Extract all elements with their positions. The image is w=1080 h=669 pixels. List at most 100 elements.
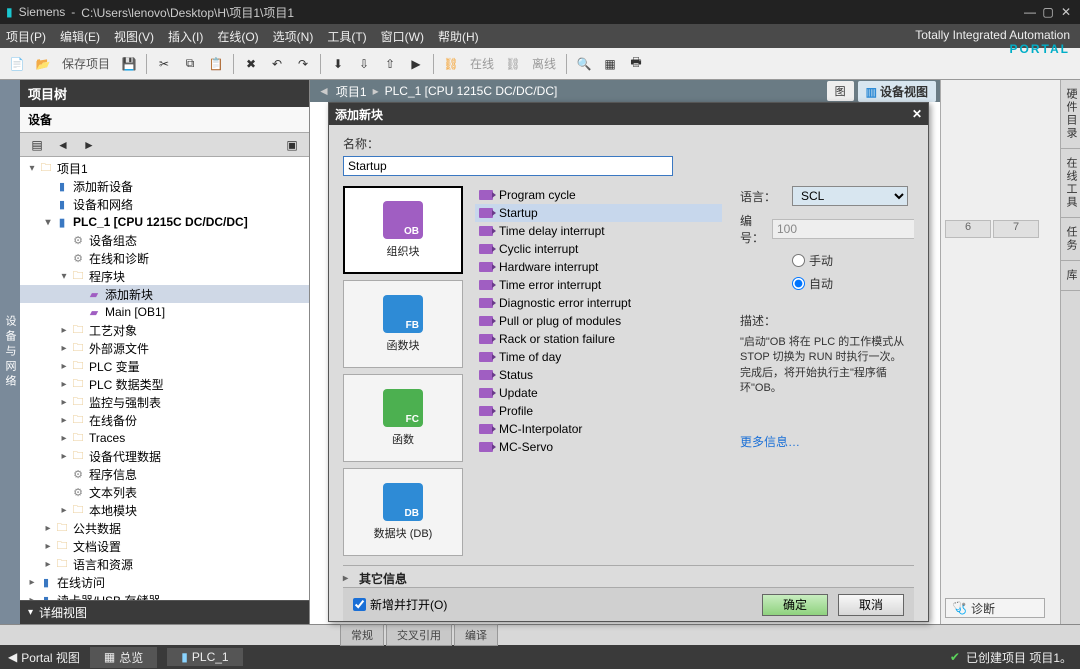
- go-online-icon[interactable]: ⛓: [440, 53, 462, 75]
- go-offline-icon[interactable]: ⛓: [502, 53, 524, 75]
- ob-row[interactable]: MC-Interpolator: [475, 420, 722, 438]
- ob-row[interactable]: Cyclic interrupt: [475, 240, 722, 258]
- tree-row[interactable]: ▸🗀在线备份: [20, 411, 309, 429]
- tree-row[interactable]: ▸🗀外部源文件: [20, 339, 309, 357]
- slot-header-7[interactable]: 7: [993, 220, 1039, 238]
- menu-window[interactable]: 窗口(W): [381, 28, 424, 45]
- save-icon[interactable]: 💾: [118, 53, 140, 75]
- tree-row[interactable]: ▸▮读卡器/USB 存储器: [20, 591, 309, 600]
- ob-row[interactable]: Time delay interrupt: [475, 222, 722, 240]
- ob-row[interactable]: Profile: [475, 402, 722, 420]
- tree-row[interactable]: ▸🗀公共数据: [20, 519, 309, 537]
- tree-fwd-icon[interactable]: ►: [78, 134, 100, 156]
- ob-row[interactable]: Rack or station failure: [475, 330, 722, 348]
- btab-compile[interactable]: 编译: [454, 624, 498, 646]
- ob-row[interactable]: Status: [475, 366, 722, 384]
- ob-row[interactable]: Diagnostic error interrupt: [475, 294, 722, 312]
- detail-view-header[interactable]: ▾ 详细视图: [20, 600, 309, 624]
- block-type-fc[interactable]: FC函数: [343, 374, 463, 462]
- new-project-icon[interactable]: 📄: [6, 53, 28, 75]
- tree-row[interactable]: ⚙程序信息: [20, 465, 309, 483]
- ob-row[interactable]: Program cycle: [475, 186, 722, 204]
- cross-ref-icon[interactable]: ▦: [599, 53, 621, 75]
- bc-prev-icon[interactable]: ◄: [318, 84, 330, 98]
- tree-collapse-icon[interactable]: ▣: [281, 134, 303, 156]
- tree-row[interactable]: ▸🗀PLC 数据类型: [20, 375, 309, 393]
- stab-plc1[interactable]: ▮ PLC_1: [167, 648, 242, 666]
- view-tab-device[interactable]: ▥ 设备视图: [858, 81, 936, 102]
- ob-row[interactable]: Startup: [475, 204, 722, 222]
- view-tab-unknown[interactable]: 图: [827, 81, 854, 101]
- btab-general[interactable]: 常规: [340, 624, 384, 646]
- other-info-header[interactable]: ▸ 其它信息: [343, 565, 914, 587]
- project-tree[interactable]: ▾🗀项目1▮添加新设备▮设备和网络▾▮PLC_1 [CPU 1215C DC/D…: [20, 157, 309, 600]
- rtab-online-tools[interactable]: 在线工具: [1061, 149, 1080, 218]
- diagnostics-button[interactable]: 🩺 诊断: [945, 598, 1045, 618]
- tree-row[interactable]: ▮设备和网络: [20, 195, 309, 213]
- undo-icon[interactable]: ↶: [266, 53, 288, 75]
- devices-tab[interactable]: 设备: [20, 107, 309, 133]
- language-select[interactable]: SCL: [792, 186, 908, 206]
- radio-manual[interactable]: 手动: [792, 252, 908, 269]
- tree-row[interactable]: ▰Main [OB1]: [20, 303, 309, 321]
- stab-overview[interactable]: ▦ 总览: [90, 647, 157, 668]
- menu-help[interactable]: 帮助(H): [438, 28, 479, 45]
- tree-tool-icon[interactable]: ▤: [26, 134, 48, 156]
- menu-insert[interactable]: 插入(I): [168, 28, 203, 45]
- block-type-fb[interactable]: FB函数块: [343, 280, 463, 368]
- ob-row[interactable]: Pull or plug of modules: [475, 312, 722, 330]
- menu-edit[interactable]: 编辑(E): [60, 28, 100, 45]
- tree-row[interactable]: ▸🗀文档设置: [20, 537, 309, 555]
- menu-view[interactable]: 视图(V): [114, 28, 154, 45]
- portal-view-button[interactable]: ◀ Portal 视图: [8, 649, 80, 666]
- compile-icon[interactable]: ⬇: [327, 53, 349, 75]
- ob-row[interactable]: MC-Servo: [475, 438, 722, 456]
- tree-row[interactable]: ▸▮在线访问: [20, 573, 309, 591]
- paste-icon[interactable]: 📋: [205, 53, 227, 75]
- open-project-icon[interactable]: 📂: [32, 53, 54, 75]
- ob-row[interactable]: Update: [475, 384, 722, 402]
- tree-row[interactable]: ▸🗀工艺对象: [20, 321, 309, 339]
- tree-row[interactable]: ⚙在线和诊断: [20, 249, 309, 267]
- ob-row[interactable]: Hardware interrupt: [475, 258, 722, 276]
- close-button[interactable]: ✕: [1058, 5, 1074, 19]
- left-side-tab[interactable]: 设备与网络: [0, 80, 20, 624]
- cut-icon[interactable]: ✂: [153, 53, 175, 75]
- delete-icon[interactable]: ✖: [240, 53, 262, 75]
- tree-row[interactable]: ▸🗀本地模块: [20, 501, 309, 519]
- tree-row[interactable]: ▸🗀Traces: [20, 429, 309, 447]
- copy-icon[interactable]: ⧉: [179, 53, 201, 75]
- block-type-ob[interactable]: OB组织块: [343, 186, 463, 274]
- menu-project[interactable]: 项目(P): [6, 28, 46, 45]
- download-icon[interactable]: ⇩: [353, 53, 375, 75]
- menu-options[interactable]: 选项(N): [273, 28, 314, 45]
- btab-crossref[interactable]: 交叉引用: [386, 624, 452, 646]
- dialog-close-icon[interactable]: ✕: [912, 107, 922, 121]
- tree-row[interactable]: ▸🗀语言和资源: [20, 555, 309, 573]
- tree-row[interactable]: ▸🗀PLC 变量: [20, 357, 309, 375]
- block-name-input[interactable]: [343, 156, 673, 176]
- open-after-create-checkbox[interactable]: 新增并打开(O): [353, 596, 447, 613]
- save-label[interactable]: 保存项目: [62, 55, 110, 72]
- print-icon[interactable]: 🖶: [625, 53, 647, 75]
- menu-online[interactable]: 在线(O): [217, 28, 258, 45]
- ob-row[interactable]: Time error interrupt: [475, 276, 722, 294]
- ok-button[interactable]: 确定: [762, 594, 828, 616]
- radio-auto[interactable]: 自动: [792, 275, 908, 292]
- tree-row[interactable]: ▾🗀程序块: [20, 267, 309, 285]
- menu-tools[interactable]: 工具(T): [327, 28, 366, 45]
- ob-type-list[interactable]: Program cycleStartupTime delay interrupt…: [471, 186, 726, 561]
- tree-row[interactable]: ⚙设备组态: [20, 231, 309, 249]
- more-info-link[interactable]: 更多信息…: [740, 433, 908, 450]
- search-icon[interactable]: 🔍: [573, 53, 595, 75]
- tree-row[interactable]: ▾▮PLC_1 [CPU 1215C DC/DC/DC]: [20, 213, 309, 231]
- ob-row[interactable]: Time of day: [475, 348, 722, 366]
- tree-row[interactable]: ▸🗀设备代理数据: [20, 447, 309, 465]
- simulate-icon[interactable]: ▶: [405, 53, 427, 75]
- rtab-hw-catalog[interactable]: 硬件目录: [1061, 80, 1080, 149]
- slot-header-6[interactable]: 6: [945, 220, 991, 238]
- tree-row[interactable]: ▮添加新设备: [20, 177, 309, 195]
- minimize-button[interactable]: —: [1022, 5, 1038, 19]
- tree-back-icon[interactable]: ◄: [52, 134, 74, 156]
- tree-row[interactable]: ⚙文本列表: [20, 483, 309, 501]
